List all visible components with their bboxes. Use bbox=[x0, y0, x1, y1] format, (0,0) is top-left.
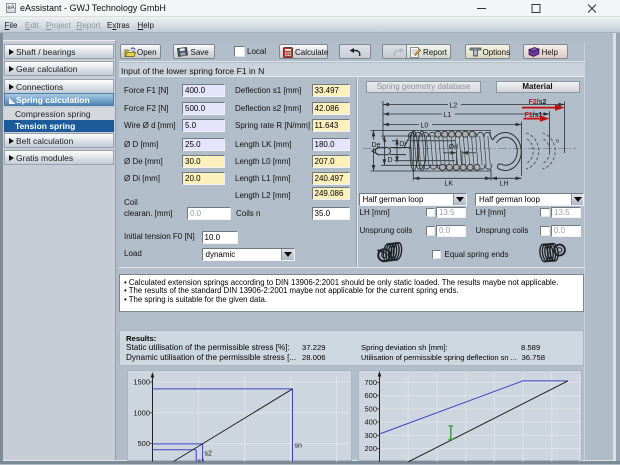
svg-text:500: 500 bbox=[137, 439, 150, 448]
svg-text:1500: 1500 bbox=[133, 377, 150, 386]
svg-text:700: 700 bbox=[364, 378, 377, 387]
svg-text:LK: LK bbox=[445, 181, 454, 188]
svg-text:LH: LH bbox=[500, 181, 509, 188]
svg-text:o: o bbox=[556, 139, 559, 145]
svg-text:L1: L1 bbox=[444, 112, 452, 119]
svg-text:600: 600 bbox=[364, 391, 377, 400]
svg-text:De: De bbox=[372, 142, 381, 149]
svg-text:200: 200 bbox=[364, 444, 377, 453]
svg-text:L0: L0 bbox=[421, 122, 429, 129]
svg-text:s1: s1 bbox=[198, 458, 206, 462]
svg-text:D: D bbox=[388, 157, 393, 164]
svg-text:sn: sn bbox=[295, 442, 303, 449]
svg-text:400: 400 bbox=[364, 417, 377, 426]
svg-text:F2/s2: F2/s2 bbox=[529, 99, 547, 106]
svg-text:L2: L2 bbox=[450, 102, 458, 109]
svg-text:300: 300 bbox=[364, 430, 377, 439]
svg-text:500: 500 bbox=[364, 404, 377, 413]
svg-text:1000: 1000 bbox=[133, 408, 150, 417]
svg-text:s2: s2 bbox=[205, 450, 213, 457]
